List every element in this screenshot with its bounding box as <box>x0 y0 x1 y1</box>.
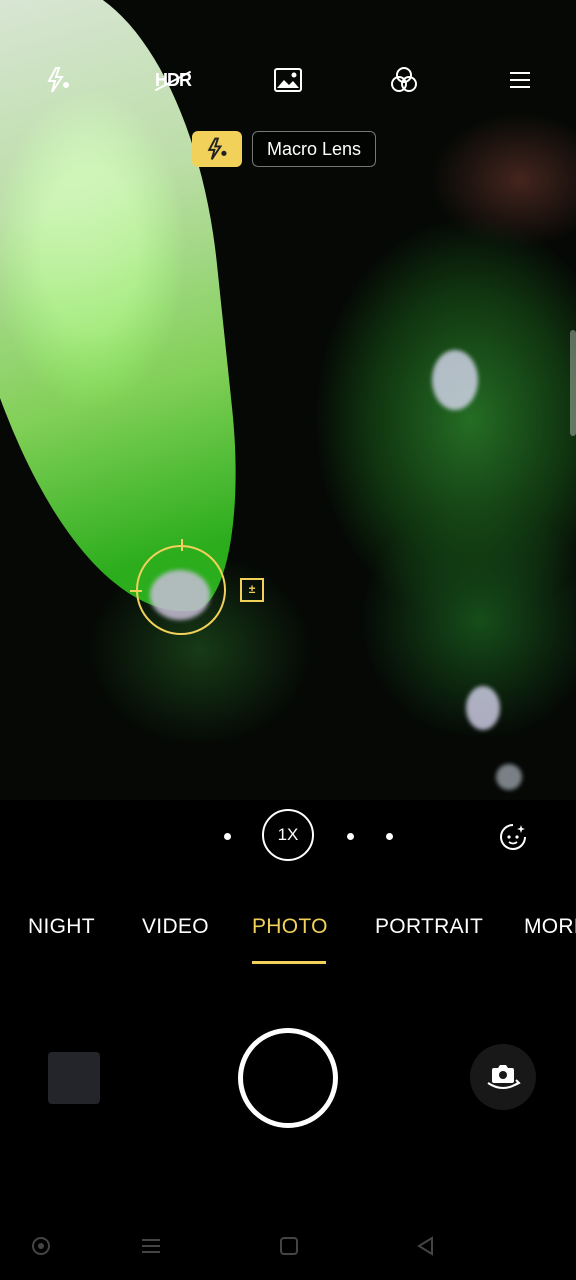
back-icon[interactable] <box>414 1234 438 1258</box>
exposure-icon[interactable]: ± <box>240 578 264 602</box>
quick-chips: Macro Lens <box>192 131 377 167</box>
active-mode-indicator <box>252 961 326 964</box>
mode-night[interactable]: NIGHT <box>28 915 95 939</box>
shutter-button[interactable] <box>238 1028 338 1128</box>
flash-chip[interactable] <box>192 131 242 167</box>
menu-icon[interactable] <box>500 60 540 100</box>
image-icon[interactable] <box>268 60 308 100</box>
top-toolbar: HDR <box>0 50 576 110</box>
gallery-thumbnail[interactable] <box>48 1052 100 1104</box>
focus-indicator[interactable] <box>130 539 226 635</box>
camera-switch-icon <box>487 1065 521 1089</box>
assistant-icon[interactable] <box>29 1234 53 1258</box>
mode-video[interactable]: VIDEO <box>142 915 209 939</box>
bokeh-highlight <box>466 686 500 730</box>
bokeh-highlight <box>496 764 522 790</box>
switch-camera-button[interactable] <box>470 1044 536 1110</box>
camera-viewfinder[interactable] <box>0 0 576 800</box>
zoom-dot[interactable] <box>224 833 231 840</box>
mode-portrait[interactable]: PORTRAIT <box>375 915 483 939</box>
macro-lens-chip[interactable]: Macro Lens <box>252 131 377 167</box>
zoom-selector: 1X <box>0 808 576 864</box>
mode-more[interactable]: MORE <box>524 915 576 939</box>
recent-apps-icon[interactable] <box>139 1234 163 1258</box>
bokeh-highlight <box>432 350 478 410</box>
edge-handle[interactable] <box>570 330 576 436</box>
hdr-label: HDR <box>155 69 192 90</box>
flash-auto-icon <box>207 137 227 160</box>
mode-selector: NIGHT VIDEO PHOTO PORTRAIT MORE <box>0 915 576 965</box>
hdr-toggle[interactable]: HDR <box>153 60 193 100</box>
home-icon[interactable] <box>277 1234 301 1258</box>
mode-photo[interactable]: PHOTO <box>252 915 328 939</box>
zoom-button[interactable]: 1X <box>262 809 314 861</box>
system-navigation-bar <box>0 1222 576 1270</box>
zoom-dot[interactable] <box>386 833 393 840</box>
zoom-dot[interactable] <box>347 833 354 840</box>
beauty-face-icon[interactable] <box>494 818 532 856</box>
flash-auto-icon[interactable] <box>38 60 78 100</box>
filters-icon[interactable] <box>384 60 424 100</box>
